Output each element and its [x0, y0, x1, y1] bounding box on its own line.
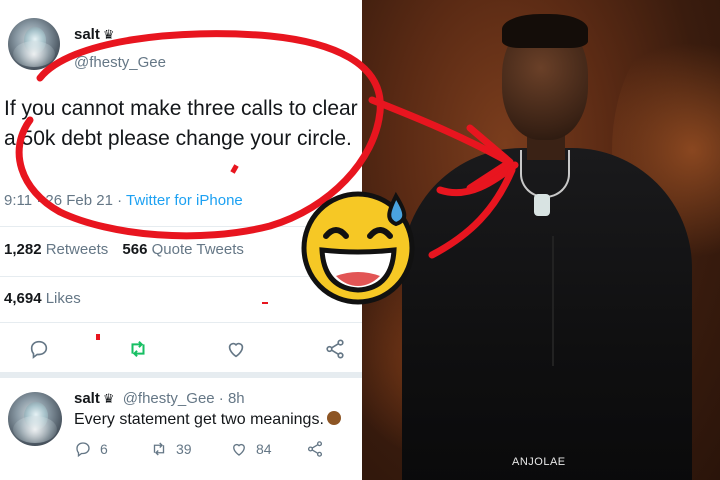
retweets-stat[interactable]: 1,282 Retweets — [4, 241, 108, 258]
annotation-speck — [96, 334, 100, 340]
reply-display-name[interactable]: salt — [74, 390, 100, 407]
author-handle[interactable]: @fhesty_Gee — [74, 54, 166, 71]
pendant — [534, 194, 550, 216]
share-icon — [326, 339, 344, 359]
author-avatar[interactable] — [8, 18, 60, 70]
likes-stat[interactable]: 4,694 Likes — [4, 290, 81, 307]
reply-share-button[interactable] — [306, 440, 324, 458]
reply-retweet-button[interactable]: 39 — [150, 440, 192, 458]
necklace — [520, 150, 570, 198]
reply-button[interactable] — [26, 336, 52, 362]
divider — [0, 322, 362, 323]
quote-tweets-stat[interactable]: 566 Quote Tweets — [122, 241, 243, 258]
tweet-text: If you cannot make three calls to clear … — [4, 97, 358, 150]
annotation-speck — [230, 164, 239, 174]
author-display-name[interactable]: salt — [74, 26, 100, 43]
reply-reply-button[interactable]: 6 — [74, 440, 108, 458]
reply-retweet-count: 39 — [176, 441, 192, 457]
reply-like-button[interactable]: 84 — [230, 440, 272, 458]
reply-text: Every statement get two meanings. — [74, 411, 324, 428]
reply-handle-time[interactable]: @fhesty_Gee · 8h — [123, 390, 245, 407]
ok-hand-emoji-icon — [326, 411, 341, 425]
like-icon — [228, 342, 244, 358]
retweet-icon — [153, 442, 165, 456]
section-separator — [0, 372, 362, 378]
share-icon — [307, 441, 323, 457]
engagement-stats: 1,282 Retweets 566 Quote Tweets — [4, 241, 244, 258]
tweet-timestamp[interactable]: 9:11 · 26 Feb 21 · — [4, 192, 122, 209]
tweet-meta: 9:11 · 26 Feb 21 · Twitter for iPhone — [4, 192, 243, 209]
grinning-face-with-sweat-emoji-icon — [301, 191, 415, 305]
retweet-button[interactable] — [125, 336, 151, 362]
author-name-row[interactable]: salt ♛ — [74, 26, 115, 43]
retweet-icon — [131, 340, 145, 358]
annotation-speck — [262, 302, 268, 304]
reply-icon — [30, 340, 48, 359]
reply-author-avatar[interactable] — [8, 392, 62, 446]
photo-credit: ANJOLAE — [512, 456, 566, 468]
crown-badge-icon: ♛ — [102, 27, 115, 42]
reply-like-count: 84 — [256, 441, 272, 457]
tweet-client-link[interactable]: Twitter for iPhone — [126, 192, 243, 209]
like-icon — [233, 443, 245, 456]
reply-text-row: Every statement get two meanings. — [74, 411, 341, 429]
share-button[interactable] — [322, 336, 348, 362]
reply-count: 6 — [100, 441, 108, 457]
reply-icon — [76, 442, 90, 458]
like-button[interactable] — [223, 336, 249, 362]
crown-badge-icon: ♛ — [102, 391, 115, 406]
reply-header: salt ♛ @fhesty_Gee · 8h — [74, 390, 245, 407]
